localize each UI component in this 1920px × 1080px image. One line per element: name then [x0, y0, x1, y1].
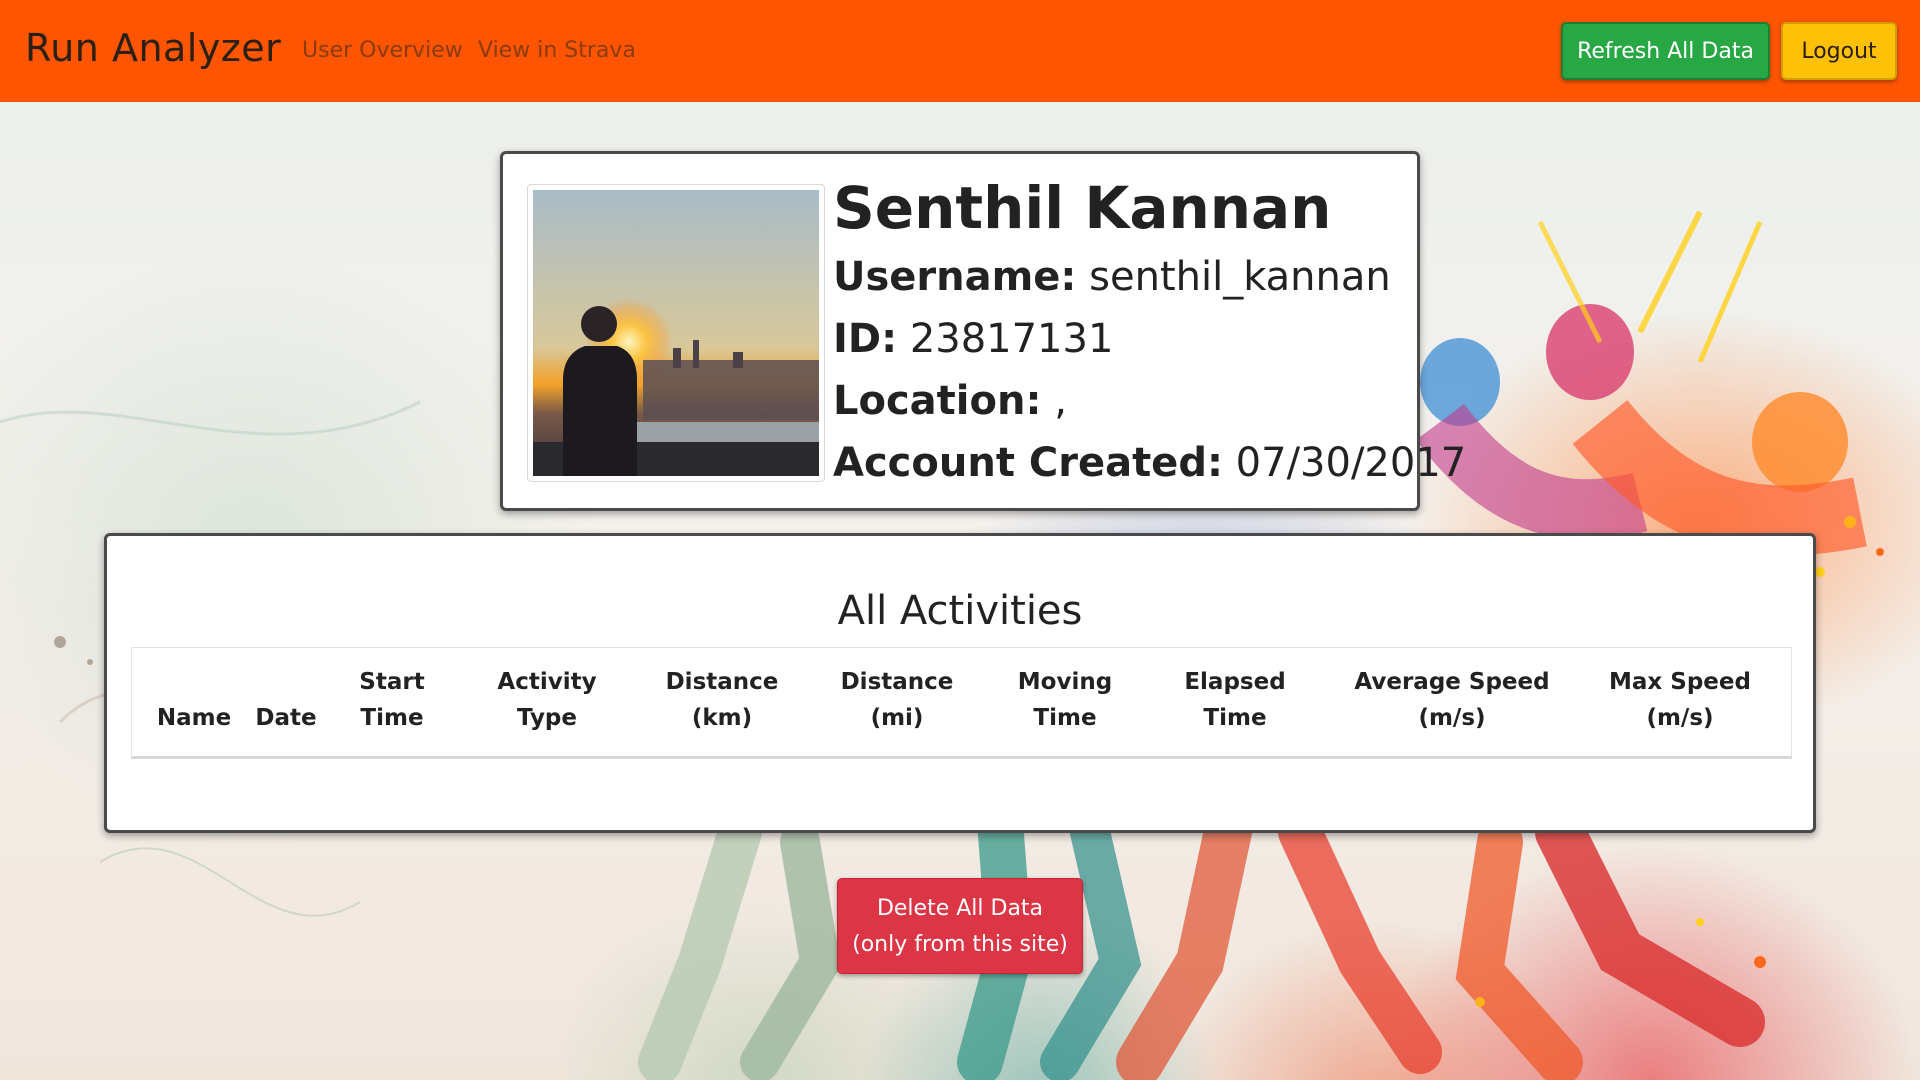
id-label: ID: — [833, 316, 898, 362]
column-header-line1: Activity — [497, 669, 597, 695]
username-value: senthil_kannan — [1089, 254, 1391, 300]
avatar — [527, 184, 825, 482]
column-header-line1: Elapsed — [1184, 669, 1286, 695]
column-header-line2: Name — [156, 705, 232, 731]
activities-title: All Activities — [837, 588, 1083, 634]
column-header-distance-mi[interactable]: Distance (mi) — [837, 664, 957, 736]
column-header-line2: Date — [255, 705, 317, 731]
column-header-line2: (mi) — [870, 705, 924, 731]
column-header-line1: Max Speed — [1609, 669, 1751, 695]
username-label: Username: — [833, 254, 1077, 300]
column-header-line2: Time — [360, 705, 424, 731]
profile-name: Senthil Kannan — [833, 174, 1332, 242]
top-navbar: Run Analyzer User Overview View in Strav… — [0, 0, 1920, 102]
delete-button-line2: (only from this site) — [852, 932, 1068, 957]
column-header-start-time[interactable]: Start Time — [352, 664, 432, 736]
nav-link-user-overview[interactable]: User Overview — [302, 38, 463, 63]
column-header-activity-type[interactable]: Activity Type — [487, 664, 607, 736]
delete-all-data-button[interactable]: Delete All Data (only from this site) — [837, 878, 1083, 974]
id-row: ID: 23817131 — [833, 316, 1113, 362]
column-header-line1: Distance — [840, 669, 954, 695]
location-label: Location: — [833, 378, 1042, 424]
column-header-distance-km[interactable]: Distance (km) — [662, 664, 782, 736]
column-header-max-speed[interactable]: Max Speed (m/s) — [1600, 664, 1760, 736]
account-created-label: Account Created: — [833, 440, 1223, 486]
brand-logo[interactable]: Run Analyzer — [25, 26, 281, 70]
username-row: Username: senthil_kannan — [833, 254, 1391, 300]
column-header-date[interactable]: Date — [248, 700, 324, 736]
id-value: 23817131 — [909, 316, 1114, 362]
column-header-line2: Time — [1033, 705, 1097, 731]
column-header-line1: Average Speed — [1354, 669, 1550, 695]
account-created-value: 07/30/2017 — [1235, 440, 1467, 486]
column-header-line2: (m/s) — [1646, 705, 1714, 731]
column-header-line2: (km) — [691, 705, 753, 731]
column-header-line1: Start — [359, 669, 425, 695]
column-header-name[interactable]: Name — [150, 700, 238, 736]
column-header-elapsed-time[interactable]: Elapsed Time — [1180, 664, 1290, 736]
column-header-line1: Moving — [1017, 669, 1113, 695]
profile-card: Senthil Kannan Username: senthil_kannan … — [500, 151, 1466, 511]
activities-table: Name Date Start Time Activity Type Dista… — [131, 647, 1792, 759]
nav-link-view-in-strava[interactable]: View in Strava — [478, 38, 636, 63]
column-header-moving-time[interactable]: Moving Time — [1010, 664, 1120, 736]
column-header-line2: (m/s) — [1418, 705, 1486, 731]
column-header-average-speed[interactable]: Average Speed (m/s) — [1352, 664, 1552, 736]
delete-button-line1: Delete All Data — [876, 896, 1044, 921]
logout-button[interactable]: Logout — [1781, 22, 1897, 80]
location-row: Location: , — [833, 378, 1067, 424]
column-header-line2: Time — [1203, 705, 1267, 731]
column-header-line2: Type — [516, 705, 577, 731]
column-header-line1: Distance — [665, 669, 779, 695]
activities-card: All Activities Name Date Start Time Acti… — [104, 533, 1816, 833]
refresh-all-data-button[interactable]: Refresh All Data — [1561, 22, 1770, 80]
account-created-row: Account Created: 07/30/2017 — [833, 440, 1466, 486]
location-value: , — [1054, 378, 1067, 424]
avatar-photo — [533, 190, 819, 476]
